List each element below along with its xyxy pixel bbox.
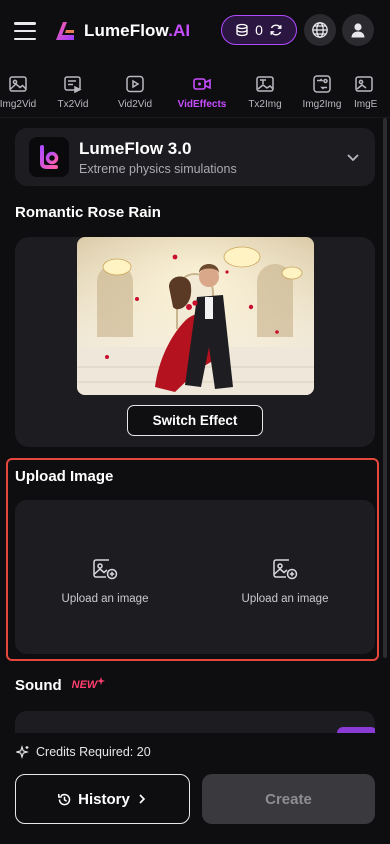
tab-imgedit[interactable]: ImgE xyxy=(354,62,390,117)
model-subtitle: Extreme physics simulations xyxy=(79,161,237,176)
video-play-icon xyxy=(126,75,144,93)
brand-logo[interactable]: LumeFlow.AI xyxy=(52,18,190,44)
credits-required: Credits Required: 20 xyxy=(16,745,151,759)
credits-count: 0 xyxy=(255,22,263,38)
mode-tabs: Img2Vid Tx2Vid Vid2Vid VidEffects Tx2Img… xyxy=(0,62,390,118)
sparkle-icon xyxy=(97,676,106,685)
model-logo-icon xyxy=(29,137,69,177)
text-video-icon xyxy=(64,76,82,94)
account-button[interactable] xyxy=(342,14,374,46)
upload-slot-1[interactable]: Upload an image xyxy=(15,500,195,654)
lumeflow-logo-icon xyxy=(56,22,74,40)
tab-tx2vid[interactable]: Tx2Vid xyxy=(40,62,106,117)
top-header: LumeFlow.AI 0 xyxy=(0,0,390,62)
model-name: LumeFlow 3.0 xyxy=(79,138,192,158)
hamburger-menu-icon[interactable] xyxy=(14,22,36,40)
new-badge: NEW xyxy=(71,678,98,691)
image-edit-icon xyxy=(355,76,373,92)
chevron-down-icon xyxy=(347,154,359,162)
effect-title: Romantic Rose Rain xyxy=(15,204,161,221)
history-icon xyxy=(58,793,71,805)
chevron-right-icon xyxy=(139,794,145,804)
effect-preview-image[interactable] xyxy=(77,237,314,395)
effect-preview-card: Switch Effect xyxy=(15,237,375,447)
tab-vid2vid[interactable]: Vid2Vid xyxy=(106,62,164,117)
tab-img2vid[interactable]: Img2Vid xyxy=(0,62,40,117)
tab-img2img[interactable]: Img2Img xyxy=(290,62,354,117)
add-image-icon xyxy=(273,559,298,580)
credits-pill[interactable]: 0 xyxy=(221,15,297,45)
upload-slot-2[interactable]: Upload an image xyxy=(195,500,375,654)
add-image-icon xyxy=(93,559,118,580)
switch-effect-button[interactable]: Switch Effect xyxy=(127,405,263,436)
globe-icon xyxy=(312,22,328,38)
scrollbar[interactable] xyxy=(383,118,387,658)
bottom-action-bar: Credits Required: 20 History Create xyxy=(0,733,390,844)
sound-title: Sound NEW xyxy=(15,676,106,694)
video-effects-icon xyxy=(193,78,211,90)
image-to-image-icon xyxy=(313,75,331,93)
refresh-icon[interactable] xyxy=(269,23,283,37)
create-button[interactable]: Create xyxy=(202,774,375,824)
model-selector[interactable]: LumeFlow 3.0 Extreme physics simulations xyxy=(15,128,375,186)
model-text: LumeFlow 3.0 Extreme physics simulations xyxy=(79,139,237,176)
brand-name: LumeFlow.AI xyxy=(84,21,191,40)
text-image-icon xyxy=(256,76,274,92)
coins-icon xyxy=(236,23,248,37)
sparkles-icon xyxy=(16,745,29,759)
upload-title: Upload Image xyxy=(15,468,114,485)
image-icon xyxy=(9,76,27,92)
tab-tx2img[interactable]: Tx2Img xyxy=(240,62,290,117)
language-button[interactable] xyxy=(304,14,336,46)
user-icon xyxy=(351,23,365,38)
history-button[interactable]: History xyxy=(15,774,190,824)
upload-area: Upload an image Upload an image xyxy=(15,500,375,654)
tab-videffects[interactable]: VidEffects xyxy=(164,62,240,117)
